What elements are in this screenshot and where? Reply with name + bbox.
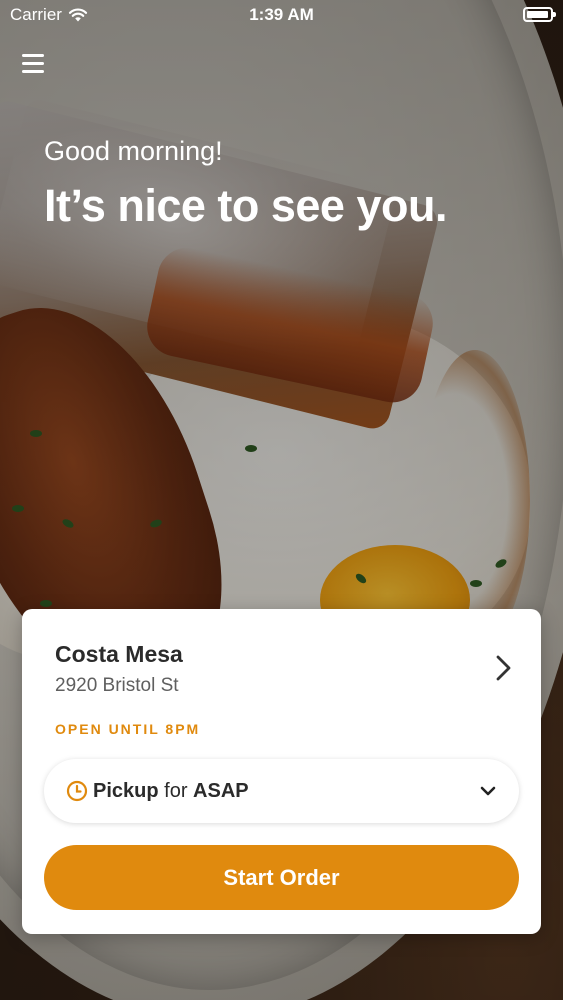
order-mode-label: Pickup for ASAP [93, 780, 479, 803]
chevron-right-icon[interactable] [493, 653, 515, 683]
order-mode-value: Pickup [93, 779, 159, 802]
location-card: Costa Mesa 2920 Bristol St OPEN UNTIL 8P… [22, 609, 541, 934]
location-address: 2920 Bristol St [55, 675, 179, 696]
welcome-headline: It’s nice to see you. [44, 180, 447, 231]
location-name[interactable]: Costa Mesa [55, 641, 183, 668]
hamburger-menu-icon[interactable] [22, 52, 46, 76]
hours-status: OPEN UNTIL 8PM [55, 721, 201, 737]
battery-icon [523, 7, 556, 22]
status-time: 1:39 AM [249, 5, 314, 24]
order-time-value: ASAP [193, 779, 249, 802]
chevron-down-icon [480, 786, 496, 796]
greeting-text: Good morning! [44, 136, 223, 166]
start-order-button[interactable]: Start Order [44, 845, 519, 910]
home-screen: Carrier 1:39 AM Good morning! It’s nice … [0, 0, 563, 1000]
order-mode-selector[interactable]: Pickup for ASAP [44, 759, 519, 823]
status-bar: Carrier 1:39 AM [0, 0, 563, 30]
order-mode-connector: for [164, 779, 188, 802]
clock-icon [66, 780, 88, 802]
